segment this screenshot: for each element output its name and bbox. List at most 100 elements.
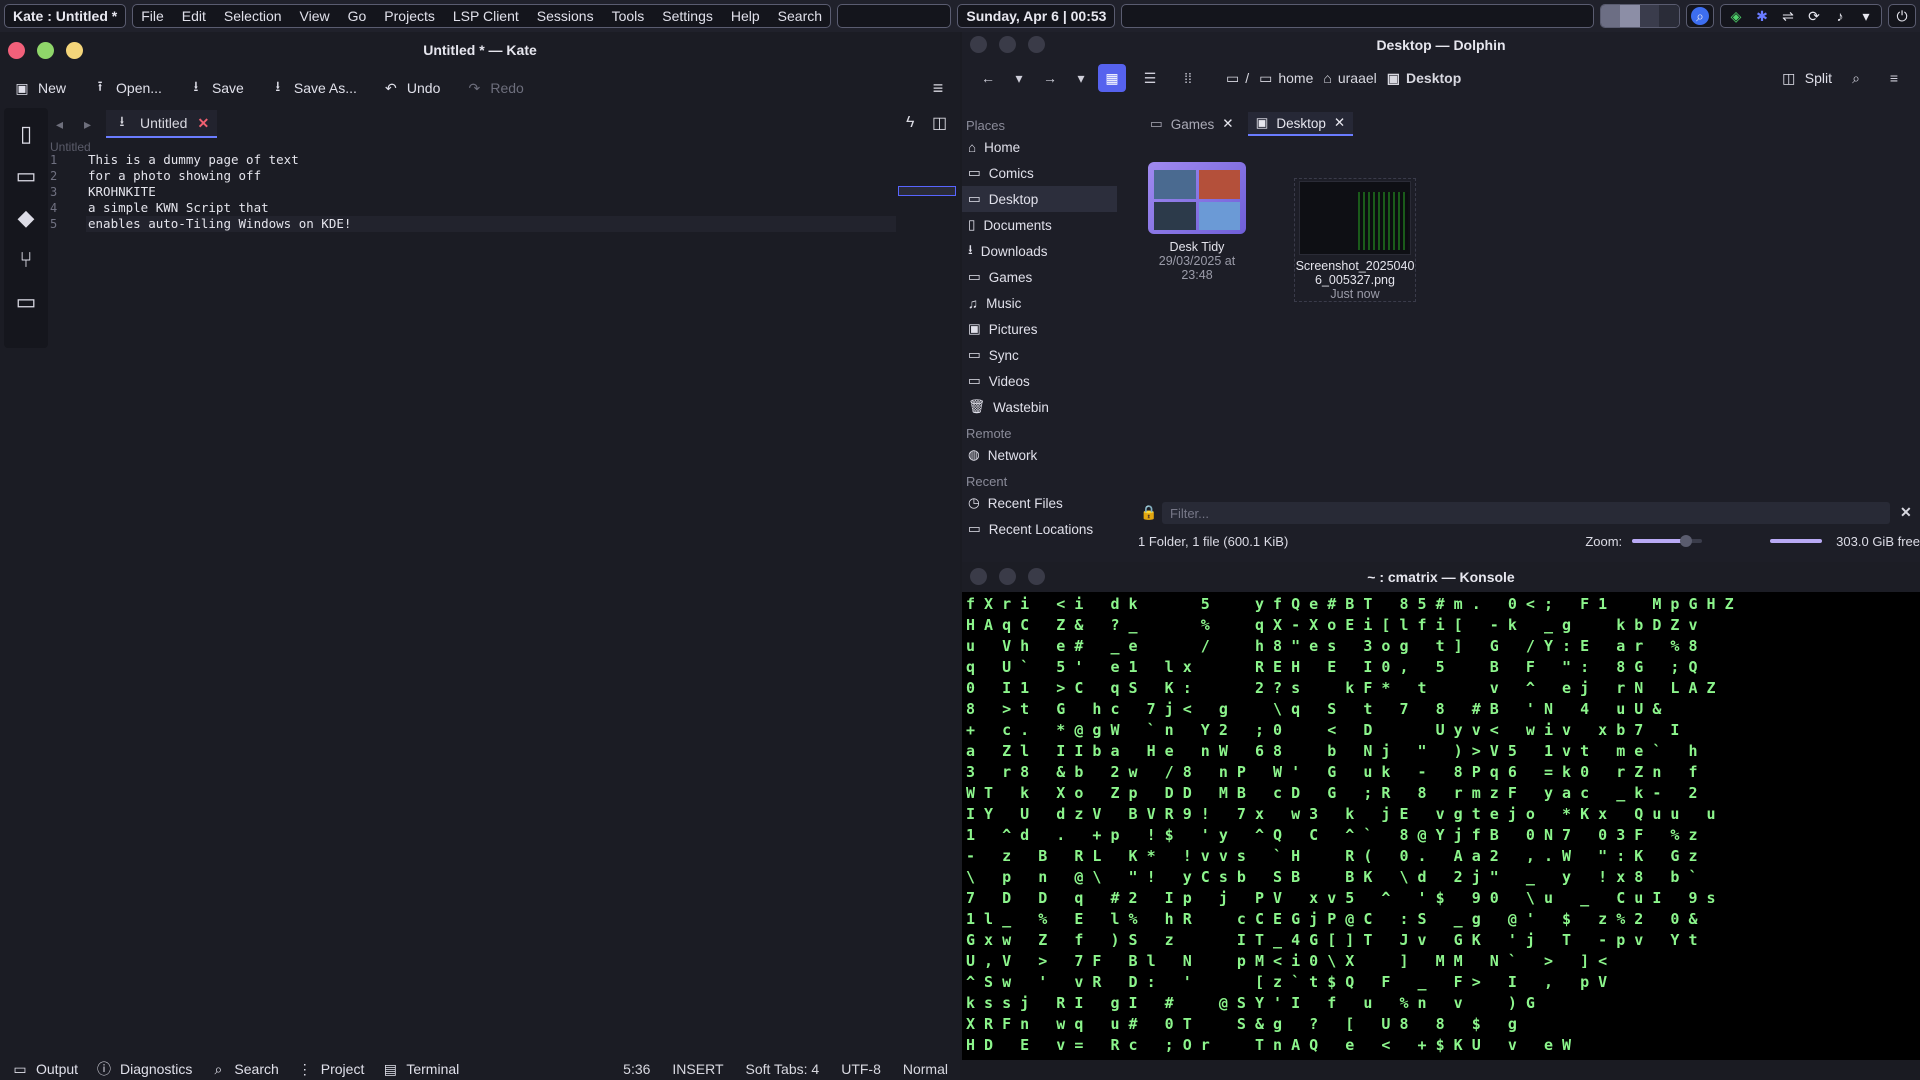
maximize-button[interactable] [999, 568, 1016, 585]
quick-action-icon[interactable]: ϟ [906, 114, 914, 132]
minimize-button[interactable] [66, 42, 83, 59]
close-button[interactable] [970, 36, 987, 53]
new-button[interactable]: ▣ New [14, 80, 66, 97]
menu-tools[interactable]: Tools [612, 8, 645, 24]
desktop-1[interactable] [1600, 5, 1621, 27]
code-line[interactable]: for a photo showing off [86, 168, 896, 184]
place-music[interactable]: ♫ Music [962, 290, 1117, 316]
crumb-home[interactable]: ▭ home [1259, 70, 1313, 87]
code-line[interactable]: This is a dummy page of text [86, 152, 896, 168]
desktop-3[interactable] [1639, 5, 1660, 27]
tab-untitled[interactable]: ⭳ Untitled ✕ [106, 110, 218, 138]
kate-titlebar[interactable]: Untitled * — Kate [0, 32, 960, 68]
close-tab-icon[interactable]: ✕ [197, 115, 209, 132]
file-screenshot[interactable]: Screenshot_20250406_005327.png Just now [1294, 178, 1416, 302]
place-recent-files[interactable]: ◷ Recent Files [962, 490, 1117, 516]
highlight-mode[interactable]: Normal [903, 1061, 948, 1077]
tab-games[interactable]: ▭ Games ✕ [1142, 112, 1242, 136]
forward-arrow-icon[interactable]: → [1036, 64, 1064, 92]
menu-selection[interactable]: Selection [224, 8, 282, 24]
menu-go[interactable]: Go [348, 8, 367, 24]
place-comics[interactable]: ▭ Comics [962, 160, 1117, 186]
active-window-title[interactable]: Kate : Untitled * [4, 4, 127, 28]
menu-help[interactable]: Help [731, 8, 760, 24]
cursor-position[interactable]: 5:36 [623, 1061, 650, 1077]
back-history-chevron-icon[interactable]: ▾ [1012, 64, 1026, 92]
task-manager[interactable] [1121, 4, 1594, 28]
menu-projects[interactable]: Projects [384, 8, 435, 24]
tab-prev-arrow-icon[interactable]: ◂ [56, 116, 63, 133]
maximize-button[interactable] [37, 42, 54, 59]
output-button[interactable]: ▭ Output [12, 1061, 78, 1078]
menu-settings[interactable]: Settings [662, 8, 713, 24]
menu-file[interactable]: File [141, 8, 164, 24]
save-as-button[interactable]: ⭳ Save As... [270, 78, 357, 96]
panel-search-field[interactable] [837, 4, 952, 28]
maximize-button[interactable] [999, 36, 1016, 53]
place-home[interactable]: ⌂ Home [962, 134, 1117, 160]
diagnostics-button[interactable]: ⓘ Diagnostics [96, 1061, 192, 1077]
file-desk-tidy[interactable]: Desk Tidy 29/03/2025 at 23:48 [1142, 162, 1252, 282]
folder-icon[interactable]: ▭ [12, 162, 40, 190]
filesystem-icon[interactable]: ▭ [12, 288, 40, 316]
indent-setting[interactable]: Soft Tabs: 4 [746, 1061, 820, 1077]
zoom-slider-handle[interactable] [1680, 535, 1693, 547]
place-desktop[interactable]: ▭ Desktop [962, 186, 1117, 212]
terminal-output[interactable]: f X r i < i d k 5 y f Q e # B T 8 5 # m … [966, 594, 1916, 1056]
menu-search[interactable]: Search [778, 8, 822, 24]
code-line[interactable]: a simple KWN Script that [86, 200, 896, 216]
undo-button[interactable]: ↶ Undo [383, 80, 440, 97]
split-view-icon[interactable]: ◫ [932, 113, 947, 133]
menu-edit[interactable]: Edit [182, 8, 206, 24]
crumb-user[interactable]: ⌂ uraael [1323, 70, 1376, 86]
close-tab-icon[interactable]: ✕ [1222, 116, 1233, 132]
place-recent-locations[interactable]: ▭ Recent Locations [962, 516, 1117, 542]
place-sync[interactable]: ▭ Sync [962, 342, 1117, 368]
menu-sessions[interactable]: Sessions [537, 8, 594, 24]
documents-icon[interactable]: ▯ [12, 120, 40, 148]
open-button[interactable]: ⭱ Open... [92, 78, 162, 96]
details-view-button[interactable]: ☰ [1136, 64, 1164, 92]
crumb-root[interactable]: ▭ / [1226, 70, 1249, 87]
zoom-slider[interactable] [1632, 535, 1703, 547]
chevron-down-icon[interactable]: ▾ [1857, 7, 1875, 25]
desktop-2[interactable] [1620, 5, 1640, 27]
symbols-icon[interactable]: ⑂ [12, 246, 40, 274]
place-games[interactable]: ▭ Games [962, 264, 1117, 290]
dolphin-titlebar[interactable]: Desktop — Dolphin [962, 32, 1920, 58]
place-pictures[interactable]: ▣ Pictures [962, 316, 1117, 342]
lock-icon[interactable]: 🔒 [1140, 504, 1157, 521]
encoding[interactable]: UTF-8 [841, 1061, 881, 1077]
editor-area[interactable]: Untitled 1 2 3 4 5 This is a dummy page … [50, 138, 896, 1078]
tab-next-arrow-icon[interactable]: ▸ [84, 116, 91, 133]
crumb-current[interactable]: ▣ Desktop [1387, 70, 1461, 87]
place-wastebin[interactable]: 🗑 Wastebin [962, 394, 1117, 420]
volume-icon[interactable]: ♪ [1831, 7, 1849, 25]
place-network[interactable]: ◍ Network [962, 442, 1117, 468]
power-button[interactable]: ⏻ [1888, 4, 1916, 28]
code-line-current[interactable]: enables auto-Tiling Windows on KDE! [86, 216, 896, 232]
hamburger-menu-icon[interactable]: ≡ [930, 78, 946, 98]
close-button[interactable] [970, 568, 987, 585]
back-arrow-icon[interactable]: ← [974, 64, 1002, 92]
filter-input[interactable]: Filter... [1162, 502, 1890, 524]
minimize-button[interactable] [1028, 36, 1045, 53]
minimize-button[interactable] [1028, 568, 1045, 585]
git-icon[interactable]: ◆ [12, 204, 40, 232]
code-text[interactable]: This is a dummy page of text for a photo… [86, 152, 896, 232]
menu-lsp-client[interactable]: LSP Client [453, 8, 519, 24]
desktop-4[interactable] [1659, 5, 1679, 27]
update-icon[interactable]: ⟳ [1805, 7, 1823, 25]
code-line[interactable]: KROHNKITE [86, 184, 896, 200]
place-documents[interactable]: ▯ Documents [962, 212, 1117, 238]
menu-view[interactable]: View [300, 8, 330, 24]
android-icon[interactable]: ◈ [1727, 7, 1745, 25]
close-tab-icon[interactable]: ✕ [1334, 115, 1345, 131]
close-filter-icon[interactable]: ✕ [1900, 504, 1912, 521]
network-icon[interactable]: ⇌ [1779, 7, 1797, 25]
place-videos[interactable]: ▭ Videos [962, 368, 1117, 394]
virtual-desktop-pager[interactable] [1599, 4, 1680, 28]
krunner-button[interactable]: ⌕ [1686, 4, 1714, 28]
search-button[interactable]: ⌕ Search [210, 1061, 278, 1078]
hamburger-menu-icon[interactable]: ≡ [1880, 64, 1908, 92]
